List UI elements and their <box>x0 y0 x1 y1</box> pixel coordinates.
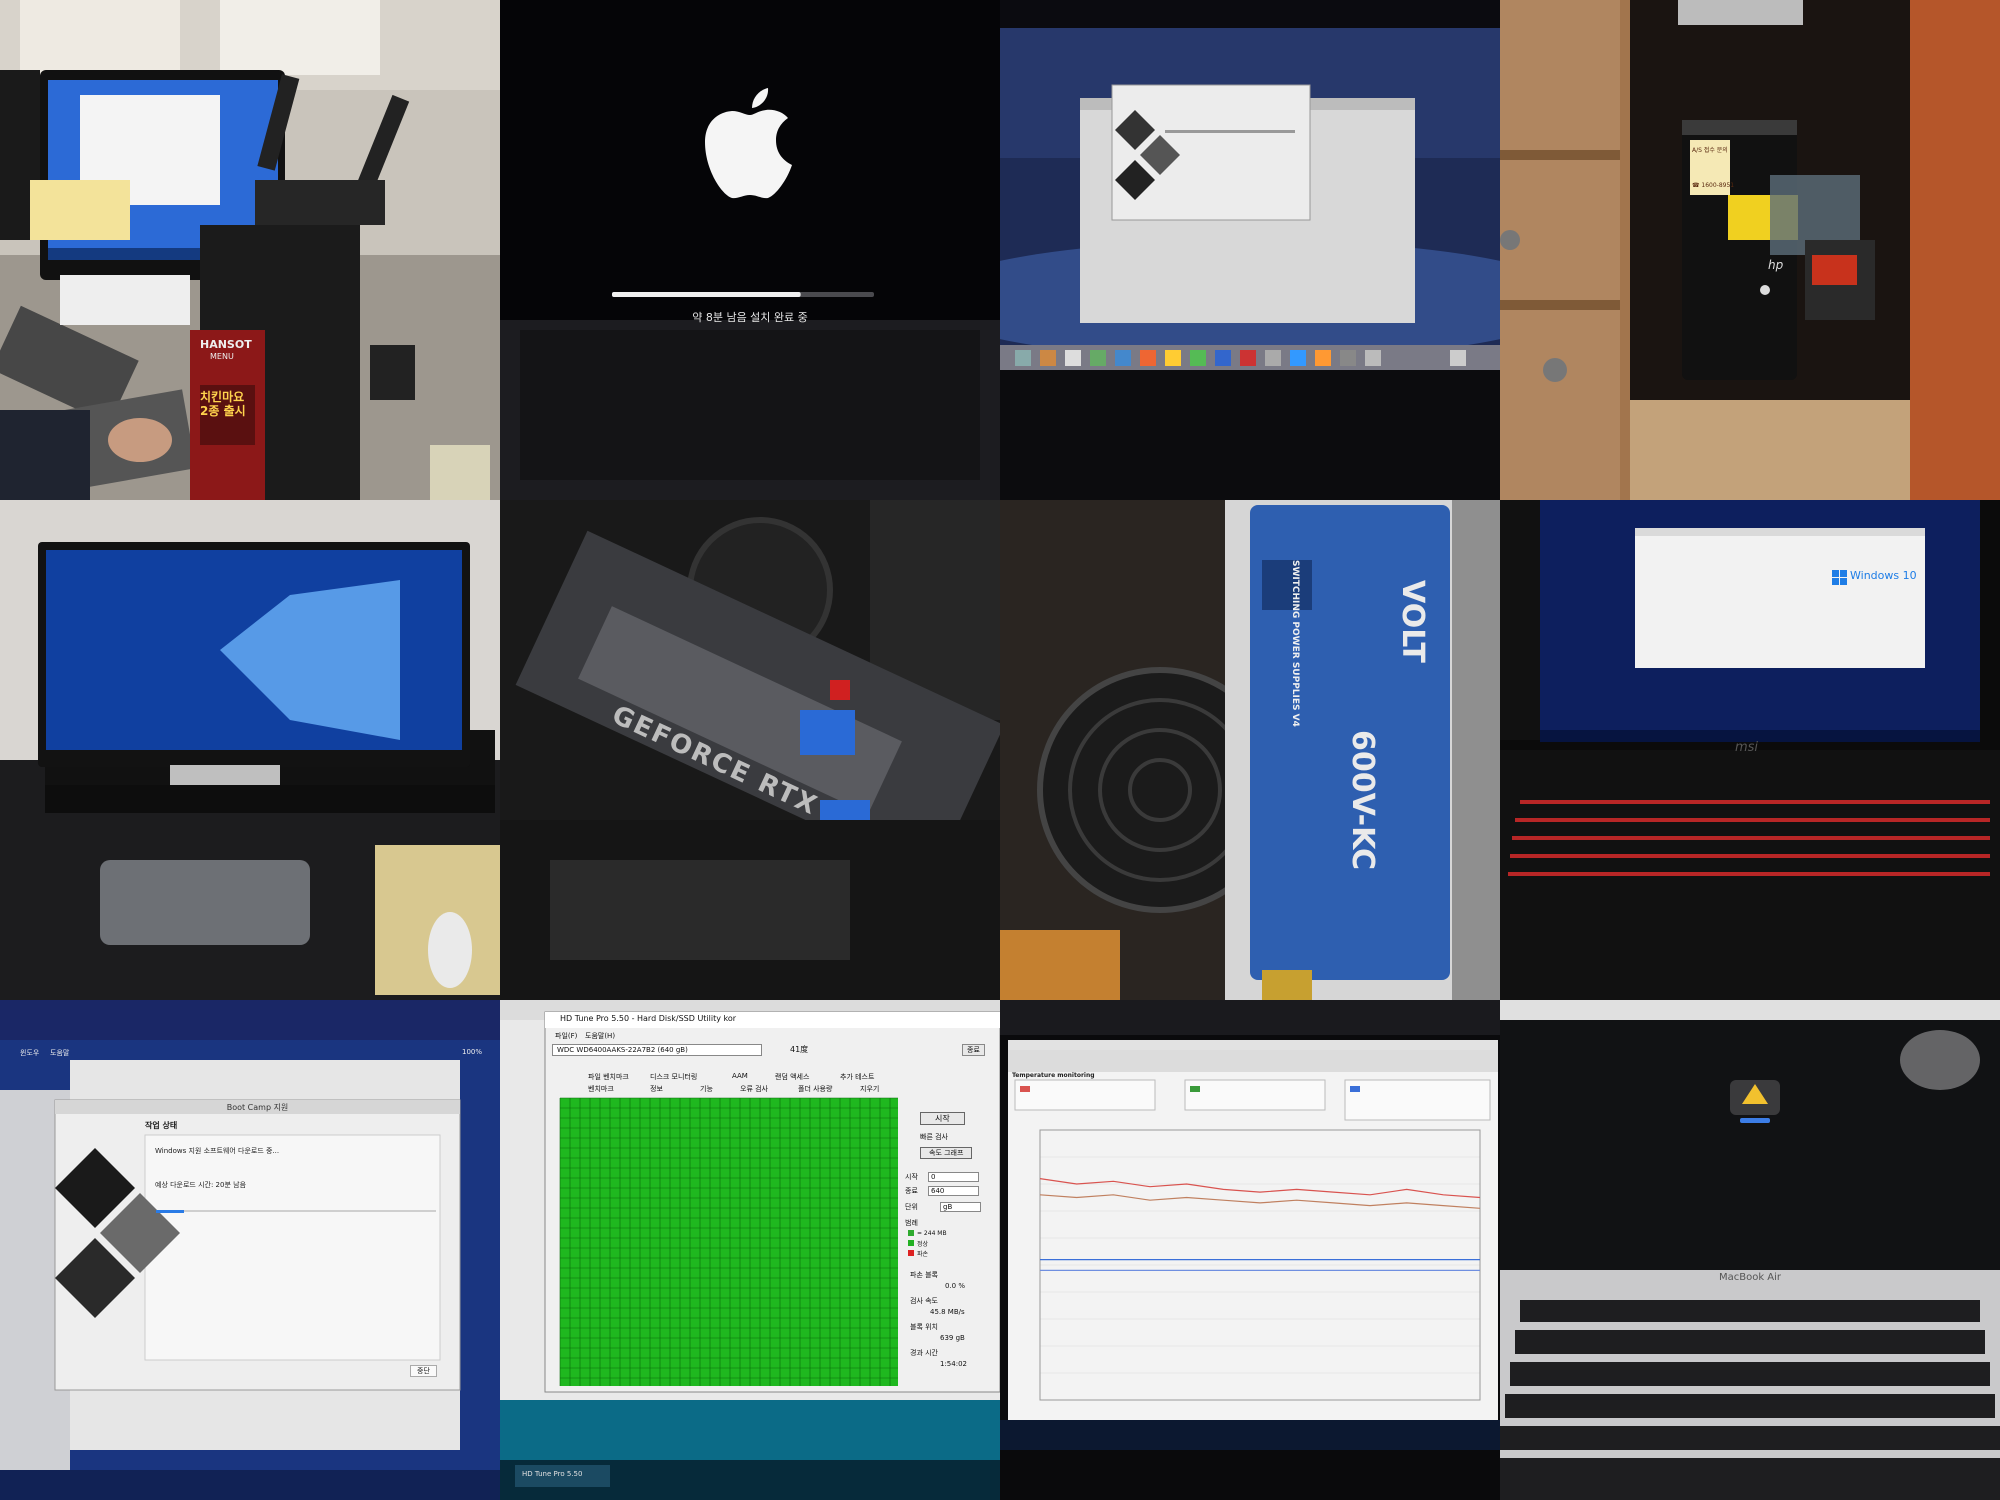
hd-start-button[interactable]: 시작 <box>920 1112 965 1125</box>
hd-unit-label: 단위 <box>905 1203 918 1211</box>
hd-legend: = 244 MB 정상 파손 <box>908 1228 947 1258</box>
bc-line2: 예상 다운로드 시간: 20분 남음 <box>155 1181 247 1189</box>
sticker-brand: HANSOT <box>200 338 252 351</box>
hd-menu-help[interactable]: 도움말(H) <box>585 1031 615 1041</box>
tile-hp-tower: A/S 접수 문의 ☎ 1600-8951 hp <box>1500 0 2000 500</box>
bootcamp-monitor-photo <box>1000 0 1500 500</box>
hd-tab-1[interactable]: 파일 벤치마크 <box>588 1072 629 1082</box>
gpu-photo <box>500 500 1000 1000</box>
tile-hdtune: HD Tune Pro 5.50 - Hard Disk/SSD Utility… <box>500 1000 1000 1500</box>
hd-elapsed-value: 1:54:02 <box>940 1360 967 1368</box>
desk-monitor-photo <box>0 500 500 1000</box>
hd-position-label: 블록 위치 <box>910 1323 938 1331</box>
hd-legend-item: 파손 <box>908 1248 947 1258</box>
hd-drive-select[interactable]: WDC WD6400AAKS-22A7B2 (640 gB) <box>552 1044 762 1056</box>
hd-start-label: 시작 <box>905 1173 918 1181</box>
bc-menu-2[interactable]: 도움말 <box>50 1048 69 1058</box>
sticker-promo: 치킨마요 2종 출시 <box>200 390 246 418</box>
hp-sticker-line1: A/S 접수 문의 <box>1692 147 1728 154</box>
hd-tab-11[interactable]: 지우기 <box>860 1084 879 1094</box>
hd-tab-10[interactable]: 폴더 사용량 <box>798 1084 832 1094</box>
psu-brand: VOLT <box>1395 580 1430 663</box>
hd-start-value[interactable]: 0 <box>928 1172 979 1182</box>
tile-desk-monitor <box>0 500 500 1000</box>
tile-office-pc: HANSOT MENU 치킨마요 2종 출시 <box>0 0 500 500</box>
hd-taskbar-item[interactable]: HD Tune Pro 5.50 <box>522 1470 582 1478</box>
tile-msi-laptop: Windows 10 msi <box>1500 500 2000 1000</box>
hd-tab-3[interactable]: AAM <box>732 1072 748 1080</box>
hd-tab-7[interactable]: 정보 <box>650 1084 663 1094</box>
hp-tower-photo <box>1500 0 2000 500</box>
hd-legend-title: 범례 <box>905 1219 918 1227</box>
hd-speed-label: 검사 속도 <box>910 1297 938 1305</box>
bc-heading: 작업 상태 <box>145 1121 178 1130</box>
tile-bootcamp-monitor <box>1000 0 1500 500</box>
tile-psu: VOLT 600V-KC SWITCHING POWER SUPPLIES V4 <box>1000 500 1500 1000</box>
hd-end-label: 종료 <box>905 1187 918 1195</box>
bc-battery: 100% <box>462 1048 483 1056</box>
bc-line1: Windows 지원 소프트웨어 다운로드 중... <box>155 1147 280 1155</box>
hd-menu-file[interactable]: 파일(F) <box>555 1031 577 1041</box>
hd-damaged-label: 파손 블록 <box>910 1271 938 1279</box>
hd-speed-value: 45.8 MB/s <box>930 1308 965 1316</box>
hd-exit-button[interactable]: 종료 <box>962 1044 985 1056</box>
bc-stop-button[interactable]: 중단 <box>410 1365 437 1377</box>
hd-legend-label: 파손 <box>917 1250 929 1258</box>
msi-brand: msi <box>1735 740 1759 755</box>
tile-gpu: GEFORCE RTX <box>500 500 1000 1000</box>
hd-legend-swatch <box>908 1240 914 1246</box>
bc-menu-1[interactable]: 윈도우 <box>20 1048 39 1058</box>
boot-status-text: 약 8분 남음 설치 완료 중 <box>692 311 808 324</box>
hd-legend-item: = 244 MB <box>908 1228 947 1238</box>
hp-sticker-phone: ☎ 1600-8951 <box>1692 182 1735 189</box>
bc-window-title: Boot Camp 지원 <box>226 1103 289 1112</box>
msi-os-label: Windows 10 <box>1850 569 1917 582</box>
hd-temperature: 41度 <box>790 1045 809 1054</box>
hd-tab-2[interactable]: 디스크 모니터링 <box>650 1072 697 1082</box>
tile-bootcamp-window: 윈도우 도움말 100% Boot Camp 지원 작업 상태 Windows … <box>0 1000 500 1500</box>
hd-damaged-value: 0.0 % <box>945 1282 966 1290</box>
hd-tab-5[interactable]: 추가 테스트 <box>840 1072 874 1082</box>
office-pc-photo <box>0 0 500 500</box>
tile-macbook-air: MacBook Air <box>1500 1000 2000 1500</box>
boot-progress-fill <box>612 292 801 297</box>
hp-logo: hp <box>1768 258 1784 272</box>
tile-mac-boot: 약 8분 남음 설치 완료 중 <box>500 0 1000 500</box>
hd-end-value[interactable]: 640 <box>928 1186 979 1196</box>
hd-tab-9[interactable]: 오류 검사 <box>740 1084 768 1094</box>
hd-unit-value[interactable]: gB <box>940 1202 981 1212</box>
hd-quick-scan[interactable]: 빠른 검사 <box>920 1132 948 1142</box>
mac-boot-photo <box>500 0 1000 500</box>
hd-legend-swatch <box>908 1230 914 1236</box>
macbook-air-photo <box>1500 1000 2000 1500</box>
hd-legend-label: 정상 <box>917 1240 929 1248</box>
psu-model: 600V-KC <box>1345 730 1380 871</box>
hd-legend-item: 정상 <box>908 1238 947 1248</box>
tile-temp-monitor: Temperature monitoring <box>1000 1000 1500 1500</box>
hd-tab-4[interactable]: 랜덤 액세스 <box>775 1072 809 1082</box>
hd-elapsed-label: 경과 시간 <box>910 1349 938 1357</box>
temp-title: Temperature monitoring <box>1012 1072 1095 1079</box>
psu-photo <box>1000 500 1500 1000</box>
photo-collage: HANSOT MENU 치킨마요 2종 출시 약 8분 남음 설치 완료 중 A… <box>0 0 2000 1500</box>
hd-legend-label: = 244 MB <box>917 1229 947 1237</box>
hd-legend-swatch <box>908 1250 914 1256</box>
hd-tab-6[interactable]: 벤치마크 <box>588 1084 614 1094</box>
hd-speed-graph[interactable]: 속도 그래프 <box>920 1147 973 1159</box>
macbook-air-brand: MacBook Air <box>1718 1272 1782 1283</box>
hd-tab-8[interactable]: 기능 <box>700 1084 713 1094</box>
hd-position-value: 639 gB <box>940 1334 965 1342</box>
hd-window-title: HD Tune Pro 5.50 - Hard Disk/SSD Utility… <box>560 1014 737 1023</box>
psu-side-label: SWITCHING POWER SUPPLIES V4 <box>1290 560 1300 727</box>
sticker-menu: MENU <box>210 352 234 361</box>
bootcamp-window-photo <box>0 1000 500 1500</box>
